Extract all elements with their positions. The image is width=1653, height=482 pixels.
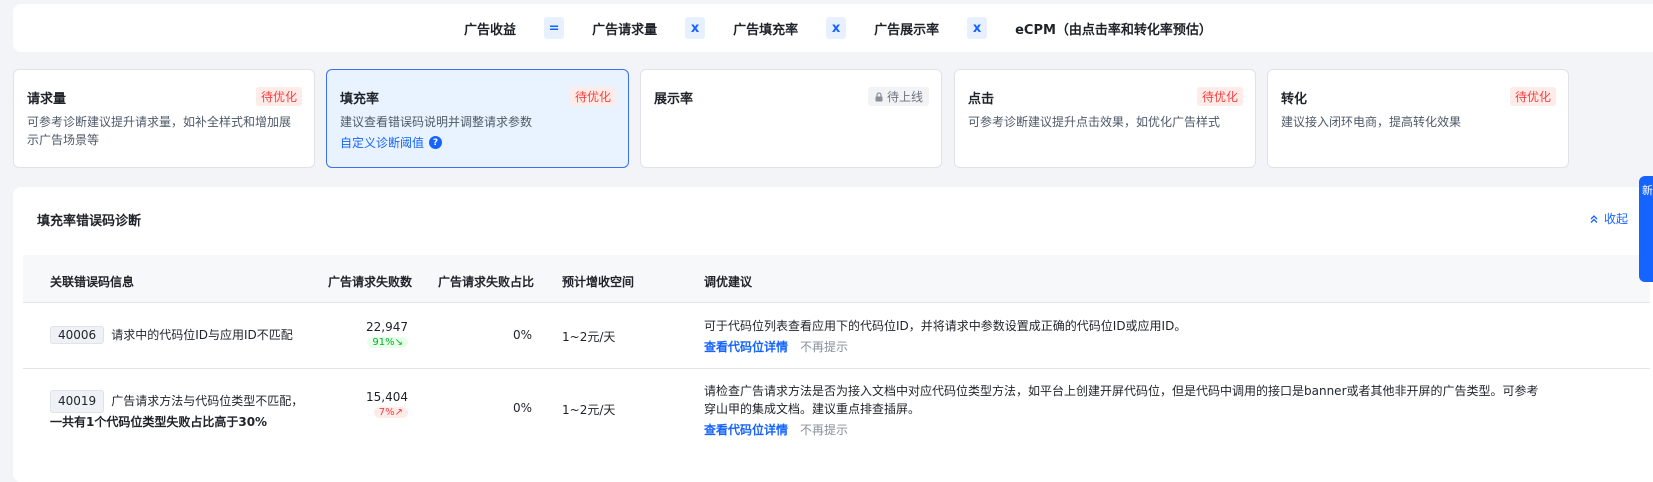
- trend-chip: 91%↘: [367, 337, 408, 348]
- formula-op-multiply: x: [685, 17, 706, 39]
- card-clicks[interactable]: 点击 待优化 可参考诊断建议提升点击效果，如优化广告样式: [954, 69, 1256, 168]
- error-code-tag: 40019: [50, 390, 105, 413]
- dismiss-link[interactable]: 不再提示: [800, 423, 848, 437]
- lock-icon: [875, 91, 883, 101]
- feedback-float-tab[interactable]: 新: [1639, 176, 1653, 282]
- status-badge: 待优化: [1509, 87, 1556, 106]
- fail-count-cell: 22,947 91%↘: [328, 320, 408, 348]
- status-badge-label: 待上线: [886, 90, 923, 104]
- card-desc: 建议查看错误码说明并调整请求参数: [340, 115, 533, 129]
- advice-text: 请检查广告请求方法是否为接入文档中对应代码位类型方法，如平台上创建开屏代码位，但…: [704, 384, 1539, 416]
- advice-text: 可于代码位列表查看应用下的代码位ID，并将请求中参数设置成正确的代码位ID或应用…: [704, 319, 1187, 333]
- card-desc: 可参考诊断建议提升点击效果，如优化广告样式: [968, 115, 1221, 129]
- formula-term-requests: 广告请求量: [592, 22, 658, 38]
- collapse-button[interactable]: 收起: [1589, 210, 1628, 227]
- col-gain: 预计增收空间: [562, 275, 635, 289]
- status-badge: 待优化: [255, 87, 302, 106]
- collapse-label: 收起: [1604, 212, 1629, 226]
- status-badge: 待优化: [1196, 87, 1243, 106]
- status-badge: 待优化: [569, 87, 616, 106]
- advice-cell: 请检查广告请求方法是否为接入文档中对应代码位类型方法，如平台上创建开屏代码位，但…: [704, 382, 1544, 439]
- col-fail-count: 广告请求失败数: [328, 275, 413, 289]
- error-message-extra: 一共有1个代码位类型失败占比高于30%: [50, 415, 268, 429]
- formula-term-show-rate: 广告展示率: [874, 22, 940, 38]
- formula-op-multiply: x: [967, 17, 988, 39]
- view-slot-details-link[interactable]: 查看代码位详情: [704, 340, 788, 354]
- error-message: 广告请求方法与代码位类型不匹配，: [111, 394, 304, 408]
- fail-count: 15,404: [366, 390, 408, 404]
- card-desc: 可参考诊断建议提升请求量，如补全样式和增加展示广告场景等: [27, 115, 292, 147]
- gain: 1~2元/天: [562, 330, 616, 344]
- card-requests[interactable]: 请求量 待优化 可参考诊断建议提升请求量，如补全样式和增加展示广告场景等: [13, 69, 315, 168]
- formula-op-equals: =: [544, 17, 565, 39]
- error-code-tag: 40006: [50, 326, 105, 344]
- col-error-info: 关联错误码信息: [50, 275, 135, 289]
- custom-threshold-label: 自定义诊断阈值: [340, 136, 425, 150]
- trend-chip: 7%↗: [373, 407, 408, 418]
- formula-term-ecpm: eCPM（由点击率和转化率预估）: [1015, 22, 1212, 38]
- fail-ratio: 0%: [512, 401, 532, 415]
- error-info-cell: 40019 广告请求方法与代码位类型不匹配， 一共有1个代码位类型失败占比高于30…: [50, 390, 303, 432]
- advice-cell: 可于代码位列表查看应用下的代码位ID，并将请求中参数设置成正确的代码位ID或应用…: [704, 317, 1544, 356]
- card-desc: 建议接入闭环电商，提高转化效果: [1281, 115, 1462, 129]
- double-chevron-up-icon: [1590, 214, 1598, 223]
- col-fail-ratio: 广告请求失败占比: [438, 275, 535, 289]
- formula-term-fill-rate: 广告填充率: [733, 22, 799, 38]
- col-advice: 调优建议: [704, 275, 753, 289]
- formula-op-multiply: x: [826, 17, 847, 39]
- dismiss-link[interactable]: 不再提示: [800, 340, 848, 354]
- fail-count: 22,947: [366, 320, 408, 334]
- gain: 1~2元/天: [562, 403, 616, 417]
- table-row: 40006 请求中的代码位ID与应用ID不匹配 22,947 91%↘ 0% 1~…: [23, 303, 1650, 369]
- card-conversion[interactable]: 转化 待优化 建议接入闭环电商，提高转化效果: [1267, 69, 1569, 168]
- fail-ratio: 0%: [512, 328, 532, 342]
- table-header: 关联错误码信息 广告请求失败数 广告请求失败占比 预计增收空间 调优建议: [23, 255, 1650, 303]
- table-row: 40019 广告请求方法与代码位类型不匹配， 一共有1个代码位类型失败占比高于30…: [23, 370, 1650, 450]
- view-slot-details-link[interactable]: 查看代码位详情: [704, 423, 788, 437]
- formula-term-revenue: 广告收益: [464, 22, 517, 38]
- fail-count-cell: 15,404 7%↗: [328, 390, 408, 418]
- revenue-formula-bar: 广告收益 = 广告请求量 x 广告填充率 x 广告展示率 x eCPM（由点击率…: [13, 4, 1653, 52]
- help-icon[interactable]: ?: [429, 136, 443, 149]
- status-badge: 待上线: [867, 87, 929, 106]
- card-show-rate[interactable]: 展示率 待上线: [640, 69, 942, 168]
- error-info-cell: 40006 请求中的代码位ID与应用ID不匹配: [50, 326, 293, 344]
- card-fill-rate[interactable]: 填充率 待优化 建议查看错误码说明并调整请求参数 自定义诊断阈值 ?: [326, 69, 629, 168]
- panel-title: 填充率错误码诊断: [37, 214, 142, 229]
- custom-threshold-link[interactable]: 自定义诊断阈值 ?: [340, 134, 615, 151]
- error-message: 请求中的代码位ID与应用ID不匹配: [111, 328, 293, 342]
